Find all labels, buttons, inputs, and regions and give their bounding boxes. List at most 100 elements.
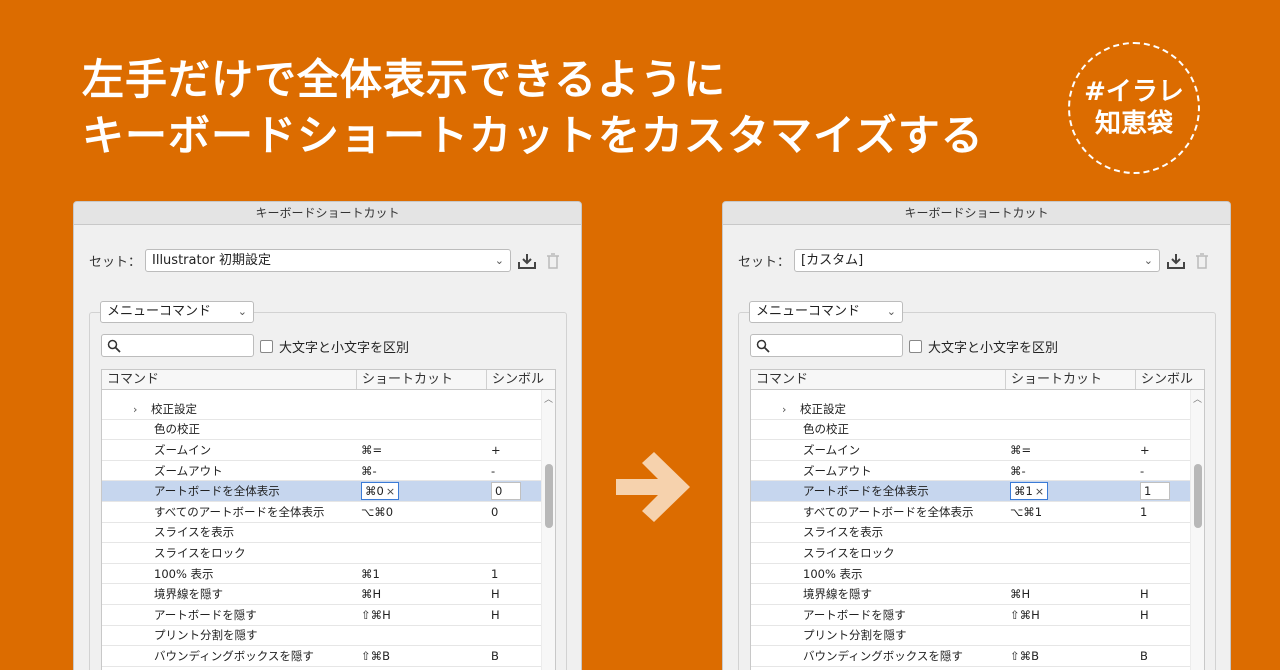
column-header-shortcut[interactable]: ショートカット [357,370,487,389]
scrollbar[interactable]: ︿ [541,390,555,670]
shortcut-cell[interactable]: ⌥⌘0 [358,505,488,519]
command-type-select[interactable]: メニューコマンド ⌄ [749,301,903,323]
symbol-cell[interactable]: H [488,608,542,622]
shortcut-cell[interactable]: ⌘H [1007,587,1137,601]
column-header-command[interactable]: コマンド [102,370,357,389]
table-row[interactable]: 境界線を隠す ⌘H H [751,584,1191,605]
case-sensitive-checkbox[interactable] [260,340,273,353]
symbol-cell[interactable]: H [1137,587,1191,601]
scroll-up-icon[interactable]: ︿ [544,392,553,405]
symbol-cell[interactable]: - [1137,464,1191,478]
table-row[interactable]: アートボードを全体表示 ⌘1 × 1 [751,481,1191,502]
symbol-input[interactable]: 0 [491,482,521,501]
table-row[interactable]: ズームイン ⌘= + [751,440,1191,461]
search-input[interactable] [750,334,903,357]
symbol-cell[interactable]: B [488,649,542,663]
command-name: アートボードを隠す [102,607,358,623]
set-select[interactable]: Illustrator 初期設定 ⌄ [145,249,511,272]
shortcut-cell[interactable]: ⌘= [1007,443,1137,457]
case-sensitive-checkbox[interactable] [909,340,922,353]
table-row[interactable]: ズームアウト ⌘- - [751,461,1191,482]
export-icon[interactable] [1166,251,1186,271]
table-row[interactable]: 100% 表示 ⌘1 1 [102,564,542,585]
scrollbar[interactable]: ︿ [1190,390,1204,670]
search-input[interactable] [101,334,254,357]
shortcut-input[interactable]: ⌘0 × [361,482,400,501]
scroll-up-icon[interactable]: ︿ [1193,392,1202,405]
table-row[interactable]: 境界線を隠す ⌘H H [102,584,542,605]
shortcut-cell[interactable]: ⌘- [358,464,488,478]
chevron-right-icon[interactable]: › [133,403,151,416]
command-type-select[interactable]: メニューコマンド ⌄ [100,301,254,323]
search-icon [107,339,121,353]
table-row[interactable]: アートボードを全体表示 ⌘0 × 0 [102,481,542,502]
command-type-value: メニューコマンド [107,304,212,319]
table-row[interactable]: アートボードを隠す ⇧⌘H H [102,605,542,626]
clear-icon[interactable]: × [386,485,395,498]
symbol-cell[interactable]: 1 [1137,505,1191,519]
table-row[interactable]: スライスをロック [102,543,542,564]
table-row[interactable]: プリント分割を隠す [751,626,1191,647]
table-row[interactable]: 100% 表示 [751,564,1191,585]
chevron-down-icon: ⌄ [1143,254,1153,267]
table-row[interactable]: バウンディングボックスを隠す ⇧⌘B B [102,646,542,667]
column-header-command[interactable]: コマンド [751,370,1006,389]
table-row[interactable]: ズームイン ⌘= + [102,440,542,461]
shortcut-cell[interactable]: ⇧⌘H [1007,608,1137,622]
symbol-cell[interactable]: H [1137,608,1191,622]
column-header-symbol[interactable]: シンボル [487,370,555,389]
case-sensitive-option[interactable]: 大文字と小文字を区別 [260,337,409,356]
table-row[interactable]: › 校正設定 [751,399,1191,420]
symbol-cell[interactable]: 0 [488,505,542,519]
export-icon[interactable] [517,251,537,271]
table-row[interactable]: アートボードを隠す ⇧⌘H H [751,605,1191,626]
command-name: ズームアウト [102,463,358,479]
set-select[interactable]: [カスタム] ⌄ [794,249,1160,272]
command-label: ズームアウト [803,463,872,478]
table-row[interactable]: 色の校正 [102,420,542,441]
symbol-cell[interactable]: B [1137,649,1191,663]
command-label: ズームアウト [154,463,223,478]
table-row[interactable]: バウンディングボックスを隠す ⇧⌘B B [751,646,1191,667]
clear-icon[interactable]: × [1035,485,1044,498]
shortcut-cell[interactable]: ⇧⌘B [1007,649,1137,663]
table-row[interactable]: プリント分割を隠す [102,626,542,647]
command-name: › 校正設定 [751,401,1007,417]
column-header-shortcut[interactable]: ショートカット [1006,370,1136,389]
shortcut-cell[interactable]: ⌘1 [358,567,488,581]
delete-icon[interactable] [543,251,563,271]
symbol-cell[interactable]: H [488,587,542,601]
case-sensitive-option[interactable]: 大文字と小文字を区別 [909,337,1058,356]
symbol-cell[interactable]: 1 [1137,482,1191,501]
table-row[interactable]: ズームアウト ⌘- - [102,461,542,482]
column-header-symbol[interactable]: シンボル [1136,370,1204,389]
shortcut-cell[interactable]: ⌘1 × [1007,482,1137,501]
symbol-cell[interactable]: 1 [488,567,542,581]
symbol-cell[interactable]: 0 [488,482,542,501]
chevron-right-icon[interactable]: › [782,403,800,416]
shortcut-cell[interactable]: ⌥⌘1 [1007,505,1137,519]
shortcut-cell[interactable]: ⌘= [358,443,488,457]
table-row[interactable]: スライスを表示 [751,523,1191,544]
command-label: スライスをロック [803,545,895,560]
table-row[interactable]: すべてのアートボードを全体表示 ⌥⌘0 0 [102,502,542,523]
shortcut-cell[interactable]: ⇧⌘B [358,649,488,663]
delete-icon[interactable] [1192,251,1212,271]
symbol-cell[interactable]: - [488,464,542,478]
symbol-input[interactable]: 1 [1140,482,1170,501]
table-row[interactable]: スライスを表示 [102,523,542,544]
shortcut-cell[interactable]: ⇧⌘H [358,608,488,622]
shortcut-input[interactable]: ⌘1 × [1010,482,1049,501]
table-row[interactable]: › 校正設定 [102,399,542,420]
table-row[interactable]: スライスをロック [751,543,1191,564]
scrollbar-thumb[interactable] [1194,464,1202,528]
shortcut-cell[interactable]: ⌘0 × [358,482,488,501]
symbol-cell[interactable]: + [1137,443,1191,457]
command-name: 100% 表示 [102,566,358,582]
shortcut-cell[interactable]: ⌘- [1007,464,1137,478]
symbol-cell[interactable]: + [488,443,542,457]
table-row[interactable]: すべてのアートボードを全体表示 ⌥⌘1 1 [751,502,1191,523]
scrollbar-thumb[interactable] [545,464,553,528]
shortcut-cell[interactable]: ⌘H [358,587,488,601]
table-row[interactable]: 色の校正 [751,420,1191,441]
